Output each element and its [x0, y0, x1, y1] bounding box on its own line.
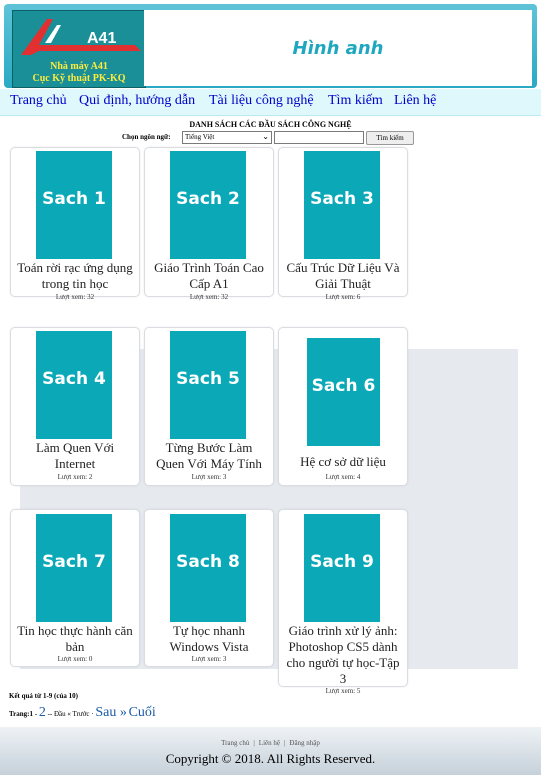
nav-item-tech-docs[interactable]: Tài liệu công nghệ	[209, 93, 314, 109]
chevron-down-icon: ⌄	[262, 132, 269, 141]
book-views: Lượt xem: 0	[57, 655, 93, 663]
pager-label: Trang:	[9, 710, 30, 718]
book-card[interactable]: Sach 9 Giáo trình xử lý ảnh: Photoshop C…	[278, 509, 408, 695]
footer-link-home[interactable]: Trang chủ	[217, 739, 253, 747]
search-button[interactable]: Tìm kiếm	[366, 131, 414, 145]
book-cover-label: Sach 9	[310, 552, 374, 572]
book-views: Lượt xem: 3	[191, 473, 227, 481]
book-card[interactable]: Sach 1 Toán rời rạc ứng dụng trong tin h…	[10, 147, 140, 301]
list-title: DANH SÁCH CÁC ĐẦU SÁCH CÔNG NGHỆ	[189, 120, 352, 129]
page-title: Hình anh	[292, 38, 384, 59]
pager-page-2[interactable]: 2	[39, 705, 46, 720]
book-card[interactable]: Sach 2 Giáo Trình Toán Cao Cấp A1 Lượt x…	[144, 147, 274, 301]
book-views: Lượt xem: 2	[57, 473, 93, 481]
book-card[interactable]: Sach 8 Tự học nhanh Windows Vista Lượt x…	[144, 509, 274, 667]
book-cover-label: Sach 5	[176, 369, 240, 389]
nav-item-regulations[interactable]: Qui định, hướng dẫn	[79, 93, 195, 109]
book-card[interactable]: Sach 5 Từng Bước Làm Quen Với Máy Tính L…	[144, 327, 274, 486]
book-title[interactable]: Toán rời rạc ứng dụng trong tin học	[17, 260, 133, 292]
book-cover[interactable]: Sach 2	[170, 151, 246, 259]
results-count: Kết quả từ 1-9 (của 10)	[9, 692, 78, 700]
pagination: Trang:1 - 2 -- Đầu « Trước · Sau » Cuối	[9, 705, 156, 721]
book-cover-label: Sach 4	[42, 369, 106, 389]
book-cover[interactable]: Sach 8	[170, 514, 246, 622]
book-title[interactable]: Làm Quen Với Internet	[17, 440, 133, 472]
footer: Trang chủ | Liên hệ | Đăng nhập Copyright © …	[0, 727, 541, 775]
book-cover[interactable]: Sach 9	[304, 514, 380, 622]
book-card[interactable]: Sach 3 Cấu Trúc Dữ Liệu Và Giải Thuật Lư…	[278, 147, 408, 301]
nav-item-contact[interactable]: Liên hệ	[394, 93, 436, 109]
book-title[interactable]: Giáo trình xử lý ảnh: Photoshop CS5 dành…	[285, 623, 401, 687]
book-cover-label: Sach 3	[310, 189, 374, 209]
book-cover[interactable]: Sach 7	[36, 514, 112, 622]
book-views: Lượt xem: 4	[325, 473, 361, 481]
search-input[interactable]	[274, 131, 364, 144]
pager-last[interactable]: Cuối	[129, 705, 156, 720]
book-cover[interactable]: Sach 4	[36, 331, 112, 439]
book-title[interactable]: Giáo Trình Toán Cao Cấp A1	[151, 260, 267, 292]
nav-item-search[interactable]: Tìm kiếm	[328, 93, 383, 109]
book-title[interactable]: Cấu Trúc Dữ Liệu Và Giải Thuật	[285, 260, 401, 292]
book-cover[interactable]: Sach 3	[304, 151, 380, 259]
book-views: Lượt xem: 32	[55, 293, 95, 301]
book-views: Lượt xem: 6	[325, 293, 361, 301]
page: A41 Nhà máy A41 Cục Kỹ thuật PK-KQ Hình …	[0, 0, 541, 775]
language-value: Tiếng Việt	[185, 133, 215, 141]
book-views: Lượt xem: 5	[325, 687, 361, 695]
book-cover-label: Sach 7	[42, 552, 106, 572]
book-title[interactable]: Tin học thực hành căn bản	[17, 623, 133, 655]
book-views: Lượt xem: 3	[191, 655, 227, 663]
book-cover-label: Sach 1	[42, 189, 106, 209]
factory-logo[interactable]: A41 Nhà máy A41 Cục Kỹ thuật PK-KQ	[12, 10, 146, 88]
footer-link-contact[interactable]: Liên hệ	[255, 739, 284, 747]
logo-line-1: Nhà máy A41	[50, 61, 108, 72]
book-cover-label: Sach 6	[311, 376, 376, 396]
book-cover[interactable]: Sach 1	[36, 151, 112, 259]
logo-line-2: Cục Kỹ thuật PK-KQ	[32, 73, 126, 84]
book-card[interactable]: Sach 7 Tin học thực hành căn bản Lượt xe…	[10, 509, 140, 667]
footer-links: Trang chủ | Liên hệ | Đăng nhập	[0, 739, 541, 747]
logo-text: A41	[87, 30, 116, 47]
copyright: Copyright © 2018. All Rights Reserved.	[165, 751, 376, 766]
book-title[interactable]: Từng Bước Làm Quen Với Máy Tính	[151, 440, 267, 472]
book-card[interactable]: Sach 4 Làm Quen Với Internet Lượt xem: 2	[10, 327, 140, 486]
language-select[interactable]: Tiếng Việt ⌄	[182, 131, 272, 144]
pager-first-prev[interactable]: -- Đầu « Trước ·	[48, 710, 94, 718]
nav-item-home[interactable]: Trang chủ	[10, 93, 67, 109]
book-views: Lượt xem: 32	[189, 293, 229, 301]
aircraft-logo-icon: A41	[21, 19, 141, 55]
book-cover-label: Sach 8	[176, 552, 240, 572]
book-cover[interactable]: Sach 6	[307, 338, 380, 446]
book-card[interactable]: Sach 6 Hệ cơ sở dữ liệu Lượt xem: 4	[278, 327, 408, 486]
footer-link-login[interactable]: Đăng nhập	[285, 739, 324, 747]
pager-next[interactable]: Sau »	[95, 705, 127, 720]
book-cover-label: Sach 2	[176, 189, 240, 209]
book-cover[interactable]: Sach 5	[170, 331, 246, 439]
language-label: Chọn ngôn ngữ:	[122, 133, 171, 141]
book-title[interactable]: Hệ cơ sở dữ liệu	[285, 454, 401, 470]
book-title[interactable]: Tự học nhanh Windows Vista	[151, 623, 267, 655]
title-box: Hình anh	[144, 10, 532, 86]
main-nav: Trang chủ Qui định, hướng dẫn Tài liệu c…	[0, 89, 541, 116]
header: A41 Nhà máy A41 Cục Kỹ thuật PK-KQ Hình …	[4, 4, 537, 88]
